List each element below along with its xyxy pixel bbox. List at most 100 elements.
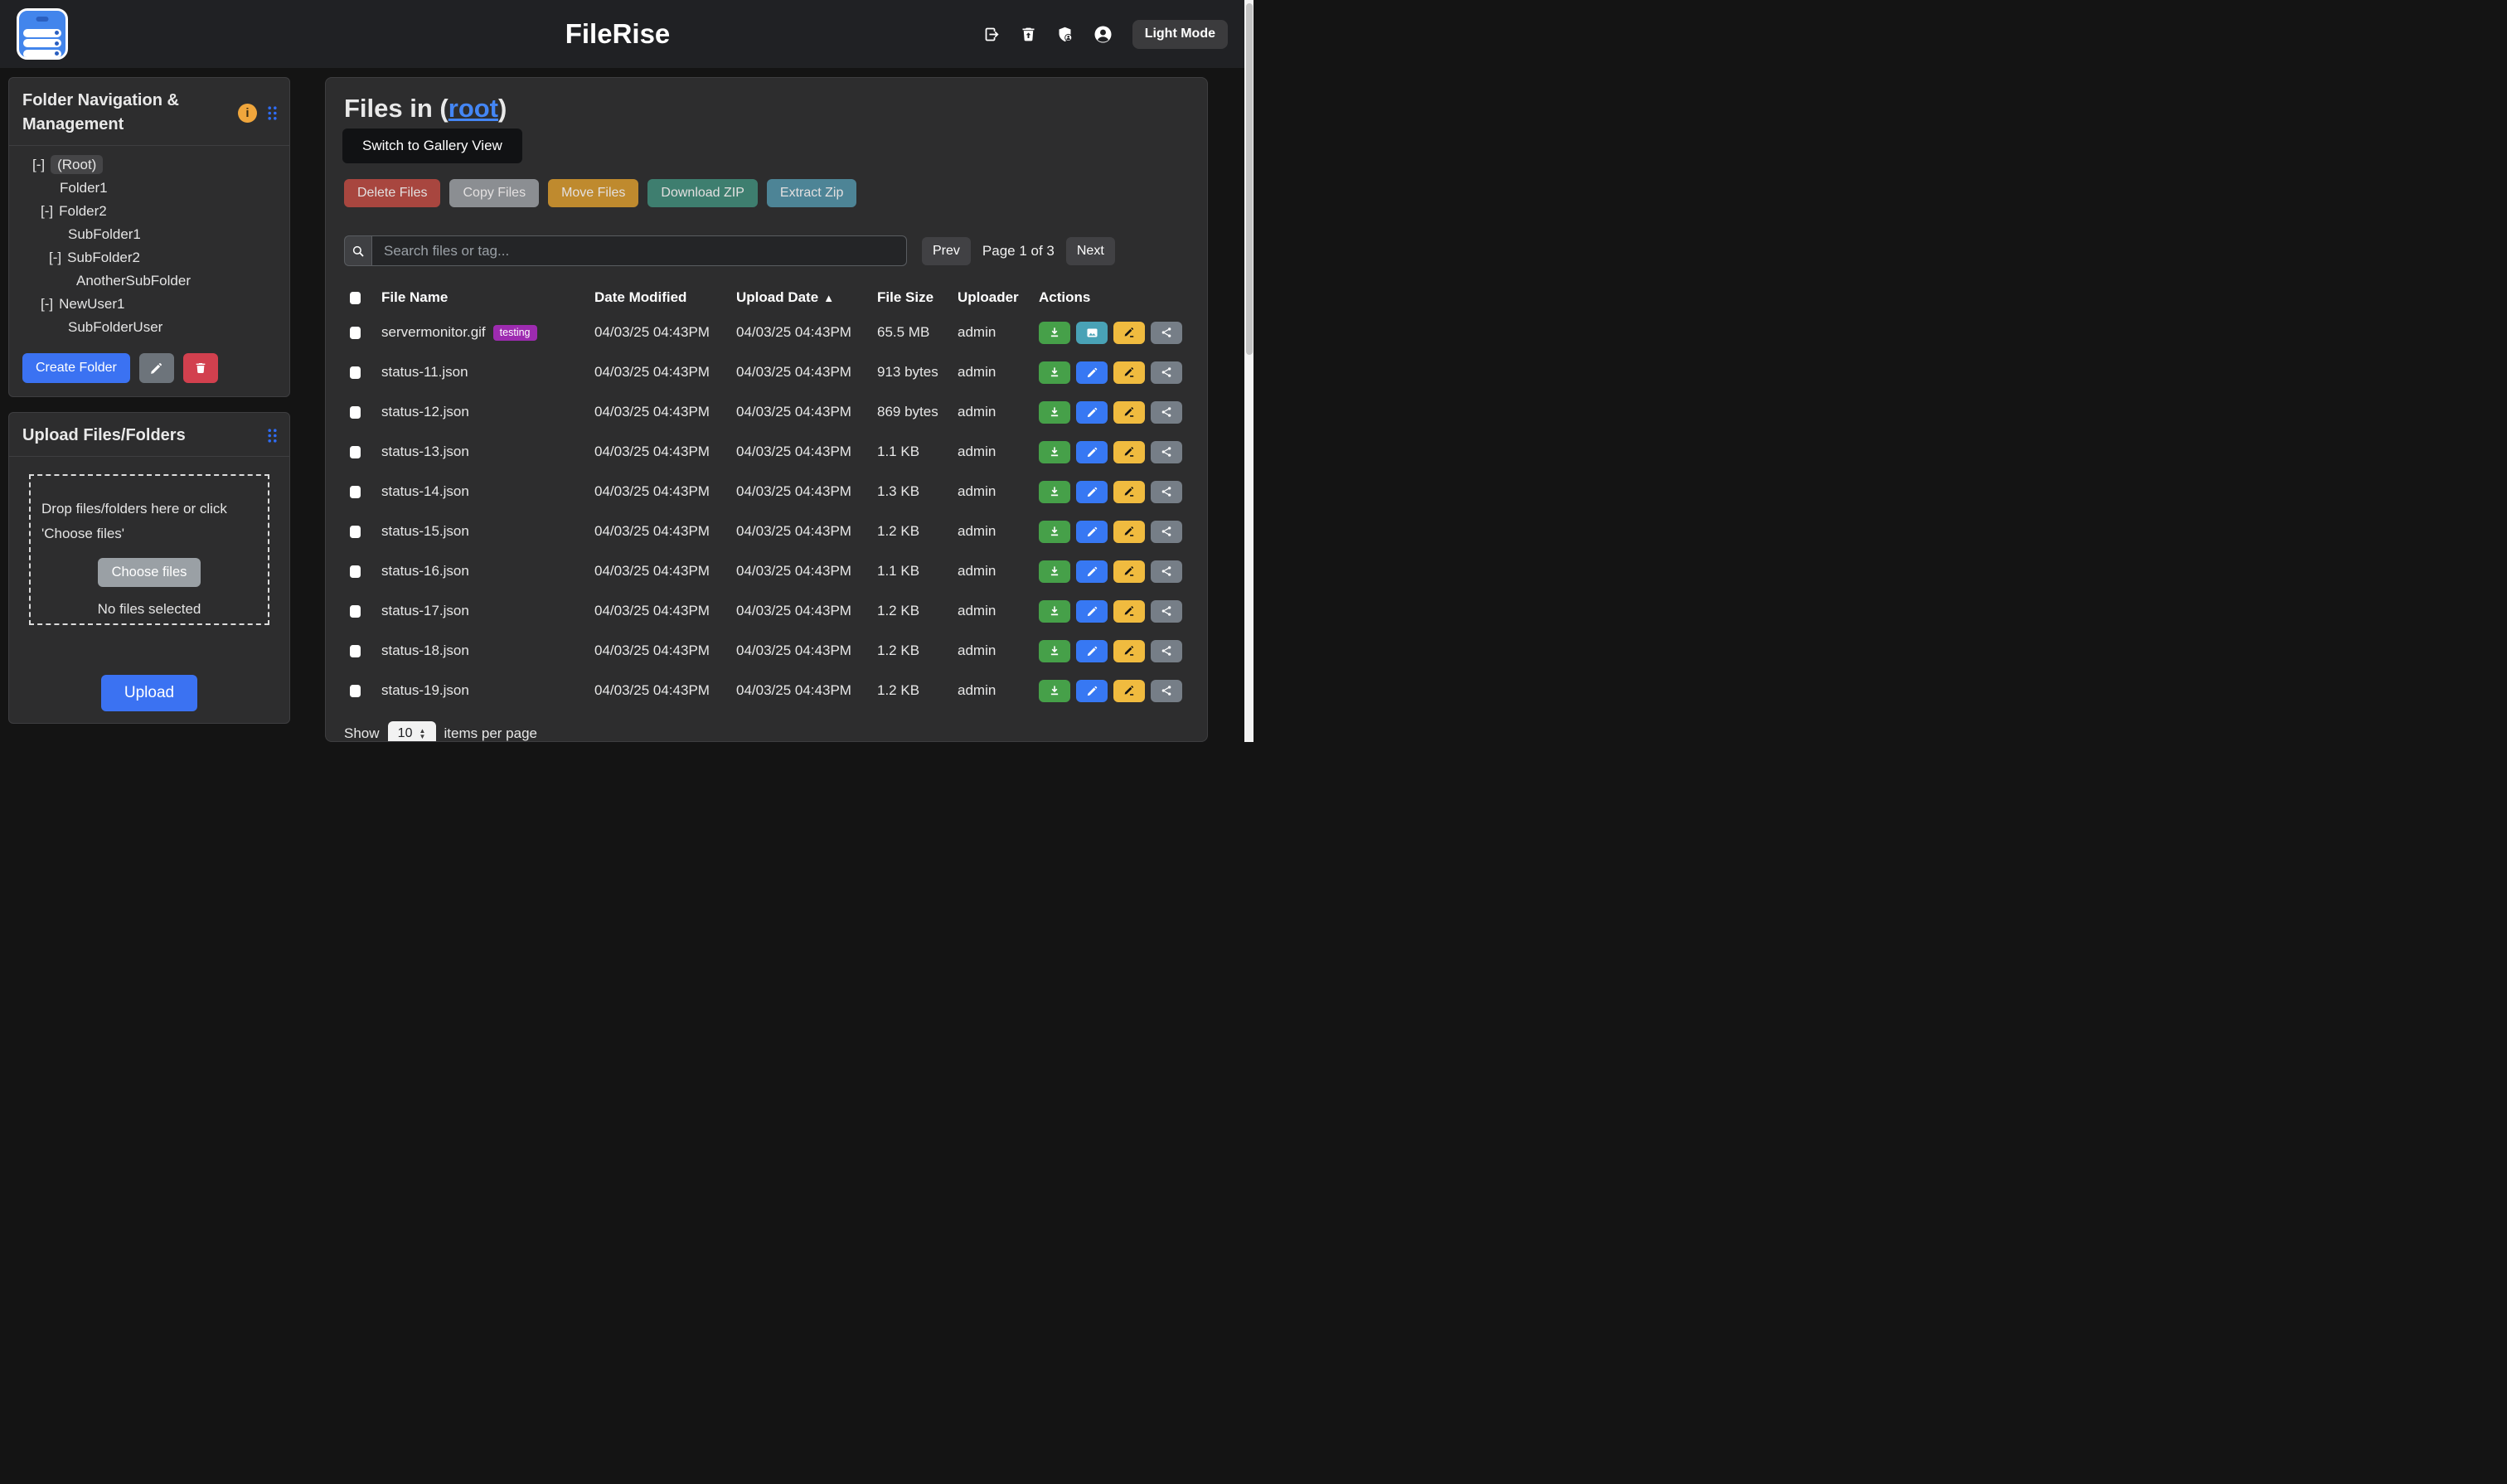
file-name[interactable]: status-15.json: [381, 523, 469, 540]
share-button[interactable]: [1151, 560, 1182, 583]
share-button[interactable]: [1151, 640, 1182, 662]
light-mode-button[interactable]: Light Mode: [1132, 20, 1228, 49]
share-button[interactable]: [1151, 361, 1182, 384]
download-button[interactable]: [1039, 401, 1070, 424]
rename-folder-button[interactable]: [139, 353, 174, 383]
share-button[interactable]: [1151, 441, 1182, 463]
rename-file-button[interactable]: [1113, 481, 1145, 503]
tree-item[interactable]: SubFolder1: [9, 223, 289, 246]
tree-item[interactable]: [-] NewUser1: [9, 293, 289, 316]
edit-file-button[interactable]: [1076, 521, 1108, 543]
tree-label[interactable]: SubFolder2: [67, 250, 140, 265]
row-checkbox[interactable]: [350, 685, 361, 697]
row-checkbox[interactable]: [350, 327, 361, 339]
row-checkbox[interactable]: [350, 526, 361, 538]
tree-toggle[interactable]: [-]: [41, 296, 53, 312]
download-button[interactable]: [1039, 521, 1070, 543]
root-folder-link[interactable]: root: [449, 94, 498, 123]
rename-file-button[interactable]: [1113, 322, 1145, 344]
tree-label[interactable]: AnotherSubFolder: [76, 273, 191, 289]
tree-label[interactable]: (Root): [51, 155, 103, 174]
rename-file-button[interactable]: [1113, 560, 1145, 583]
file-name[interactable]: status-11.json: [381, 364, 468, 381]
edit-file-button[interactable]: [1076, 640, 1108, 662]
file-name[interactable]: status-17.json: [381, 603, 469, 619]
upload-button[interactable]: Upload: [101, 675, 197, 711]
share-button[interactable]: [1151, 600, 1182, 623]
download-button[interactable]: [1039, 600, 1070, 623]
row-checkbox[interactable]: [350, 605, 361, 618]
header-date-modified[interactable]: Date Modified: [594, 289, 736, 306]
header-upload-date[interactable]: Upload Date▲: [736, 289, 877, 306]
header-file-size[interactable]: File Size: [877, 289, 958, 306]
page-scrollbar[interactable]: [1244, 0, 1254, 742]
items-per-page-select[interactable]: 10 ▲▼: [388, 721, 436, 742]
row-checkbox[interactable]: [350, 645, 361, 657]
edit-file-button[interactable]: [1076, 481, 1108, 503]
file-name[interactable]: status-12.json: [381, 404, 469, 420]
rename-file-button[interactable]: [1113, 441, 1145, 463]
drag-handle-icon[interactable]: [267, 428, 278, 444]
logout-icon[interactable]: [983, 26, 1001, 43]
download-button[interactable]: [1039, 680, 1070, 702]
restore-trash-icon[interactable]: [1020, 26, 1037, 43]
admin-shield-icon[interactable]: [1056, 26, 1074, 43]
preview-image-button[interactable]: [1076, 322, 1108, 344]
rename-file-button[interactable]: [1113, 521, 1145, 543]
user-profile-icon[interactable]: [1093, 24, 1113, 45]
header-file-name[interactable]: File Name: [381, 289, 594, 306]
info-icon[interactable]: i: [238, 104, 257, 123]
select-all-checkbox[interactable]: [350, 292, 361, 304]
rename-file-button[interactable]: [1113, 600, 1145, 623]
tree-item[interactable]: [-]Folder2: [9, 200, 289, 223]
tree-toggle[interactable]: [-]: [41, 203, 53, 219]
rename-file-button[interactable]: [1113, 361, 1145, 384]
tree-item[interactable]: AnotherSubFolder: [9, 269, 289, 293]
download-button[interactable]: [1039, 640, 1070, 662]
delete-folder-button[interactable]: [183, 353, 218, 383]
rename-file-button[interactable]: [1113, 401, 1145, 424]
file-name[interactable]: status-14.json: [381, 483, 469, 500]
row-checkbox[interactable]: [350, 565, 361, 578]
tree-label[interactable]: Folder1: [60, 180, 108, 196]
file-name[interactable]: status-18.json: [381, 643, 469, 659]
tree-toggle[interactable]: [-]: [32, 157, 45, 172]
next-page-button[interactable]: Next: [1066, 237, 1115, 265]
share-button[interactable]: [1151, 680, 1182, 702]
tree-item[interactable]: SubFolderUser: [9, 316, 289, 339]
toolbar-action-button[interactable]: Download ZIP: [647, 179, 758, 207]
tree-label[interactable]: NewUser1: [59, 296, 124, 312]
edit-file-button[interactable]: [1076, 441, 1108, 463]
create-folder-button[interactable]: Create Folder: [22, 353, 130, 383]
rename-file-button[interactable]: [1113, 680, 1145, 702]
tree-item[interactable]: Folder1: [9, 177, 289, 200]
download-button[interactable]: [1039, 441, 1070, 463]
header-uploader[interactable]: Uploader: [958, 289, 1039, 306]
download-button[interactable]: [1039, 481, 1070, 503]
tree-label[interactable]: SubFolderUser: [68, 319, 162, 335]
toolbar-action-button[interactable]: Move Files: [548, 179, 638, 207]
switch-gallery-view-button[interactable]: Switch to Gallery View: [342, 129, 522, 163]
share-button[interactable]: [1151, 322, 1182, 344]
tree-item[interactable]: [-] (Root): [9, 153, 289, 177]
edit-file-button[interactable]: [1076, 401, 1108, 424]
edit-file-button[interactable]: [1076, 600, 1108, 623]
file-name[interactable]: status-16.json: [381, 563, 469, 580]
row-checkbox[interactable]: [350, 486, 361, 498]
download-button[interactable]: [1039, 322, 1070, 344]
scrollbar-thumb[interactable]: [1246, 3, 1253, 355]
row-checkbox[interactable]: [350, 406, 361, 419]
drag-handle-icon[interactable]: [267, 105, 278, 121]
search-input[interactable]: [371, 235, 907, 266]
edit-file-button[interactable]: [1076, 361, 1108, 384]
edit-file-button[interactable]: [1076, 680, 1108, 702]
file-name[interactable]: servermonitor.gif: [381, 324, 486, 341]
prev-page-button[interactable]: Prev: [922, 237, 971, 265]
file-name[interactable]: status-19.json: [381, 682, 469, 699]
tree-label[interactable]: SubFolder1: [68, 226, 141, 242]
share-button[interactable]: [1151, 481, 1182, 503]
share-button[interactable]: [1151, 401, 1182, 424]
toolbar-action-button[interactable]: Extract Zip: [767, 179, 856, 207]
file-dropzone[interactable]: Drop files/folders here or click 'Choose…: [29, 474, 269, 625]
rename-file-button[interactable]: [1113, 640, 1145, 662]
